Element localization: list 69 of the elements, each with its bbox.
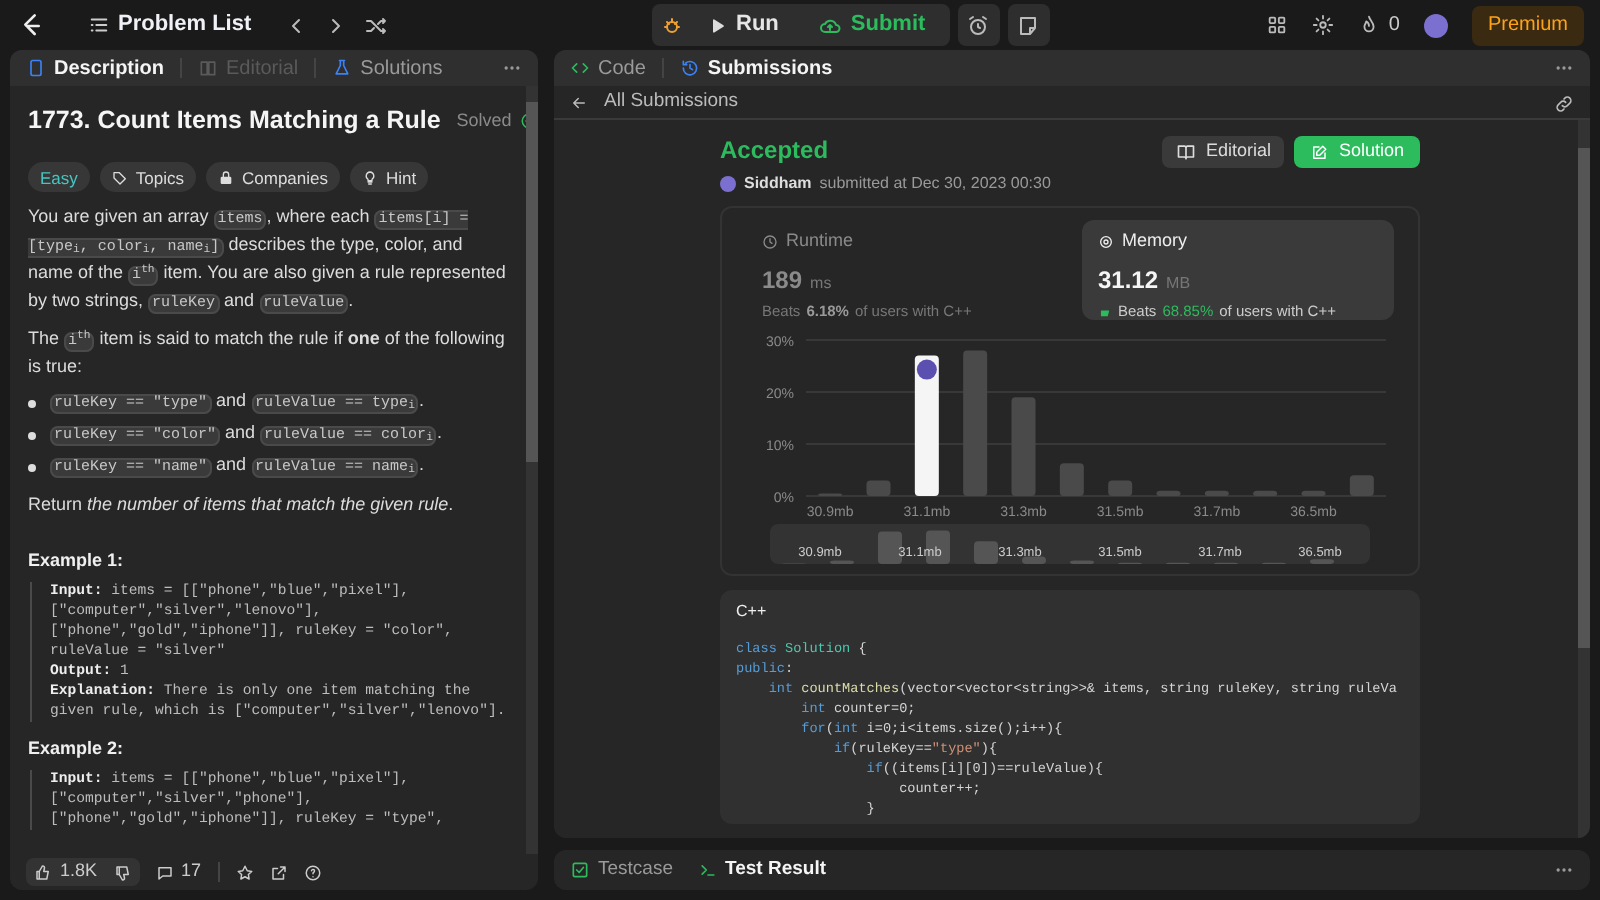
panel-tab[interactable]: Submissions [679, 53, 833, 83]
document-icon [26, 58, 46, 78]
chip-icon [1098, 233, 1114, 250]
scrollbar-thumb[interactable] [1578, 148, 1590, 648]
panel-tab[interactable]: Code [570, 53, 646, 83]
tag-chip[interactable]: Companies [206, 162, 340, 192]
play-icon [708, 15, 728, 35]
avatar [720, 176, 736, 192]
thumbs-up-icon [34, 863, 52, 881]
bug-icon[interactable] [660, 13, 684, 37]
checkbox-icon [570, 860, 590, 880]
example-title: Example 2: [28, 736, 126, 760]
history-icon [679, 58, 700, 78]
submit-button[interactable]: Submit [802, 8, 942, 42]
settings-icon[interactable] [1312, 14, 1335, 36]
streak-count: 0 [1388, 12, 1400, 40]
code-icon [570, 58, 590, 78]
username[interactable]: Siddham [744, 172, 812, 196]
book-icon [198, 58, 219, 78]
stat-value: 31.12 [1098, 263, 1159, 297]
panel-tab[interactable]: Test Result [697, 855, 827, 885]
panel-tab[interactable]: Solutions [332, 53, 443, 83]
problem-title: 1773. Count Items Matching a Rule [28, 104, 441, 138]
terminal-icon [697, 860, 717, 880]
note-icon[interactable] [1016, 13, 1041, 37]
return-statement: Return the number of items that match the given rule. [28, 492, 456, 516]
arrow-left-icon [570, 94, 588, 112]
tag-chip[interactable]: Hint [350, 162, 429, 192]
avatar[interactable] [1423, 13, 1448, 37]
accepted-status: Accepted [720, 134, 831, 168]
link-icon[interactable] [1554, 93, 1574, 113]
comments-button[interactable]: 17 [155, 858, 202, 886]
clock-icon [762, 233, 778, 250]
stat-value: 189 [762, 263, 803, 297]
difficulty-badge[interactable]: Easy [28, 162, 90, 192]
language-label: C++ [736, 600, 769, 624]
shuffle-icon[interactable] [363, 13, 388, 37]
edit-icon [1310, 143, 1329, 161]
stat-label: Runtime [786, 228, 854, 254]
lightbulb-icon [362, 169, 378, 185]
tag-chip[interactable]: Topics [99, 162, 196, 192]
run-button[interactable]: Run [692, 8, 795, 42]
list-icon [88, 14, 110, 36]
all-submissions-link[interactable]: All Submissions [570, 88, 739, 118]
grid-icon[interactable] [1266, 14, 1289, 36]
example-title: Example 1: [28, 548, 126, 572]
share-icon[interactable] [269, 863, 288, 881]
stat-unit: MB [1166, 271, 1191, 295]
solved-label: Solved [456, 108, 512, 132]
tag-icon [111, 169, 128, 185]
alarm-clock-icon[interactable] [966, 13, 991, 37]
submission-time: submitted at Dec 30, 2023 00:30 [819, 172, 1051, 196]
premium-button[interactable]: Premium [1471, 5, 1584, 45]
highlighted-bar[interactable] [914, 355, 939, 496]
editorial-button[interactable]: Editorial [1161, 136, 1285, 168]
panel-tab[interactable]: Testcase [570, 855, 673, 885]
scrollbar-thumb[interactable] [526, 102, 538, 462]
lock-icon [218, 169, 234, 185]
book-icon [1175, 142, 1196, 162]
star-icon[interactable] [235, 863, 254, 881]
avatar [916, 359, 937, 380]
stat-label: Memory [1122, 228, 1188, 254]
stat-unit: ms [810, 271, 832, 295]
problem-list-button[interactable]: Problem List [88, 8, 252, 42]
panel-tab[interactable]: Description [26, 53, 165, 83]
help-icon[interactable] [303, 863, 322, 881]
flask-icon [332, 58, 353, 78]
thumbs-down-icon[interactable] [113, 863, 132, 881]
comment-icon [155, 863, 174, 881]
